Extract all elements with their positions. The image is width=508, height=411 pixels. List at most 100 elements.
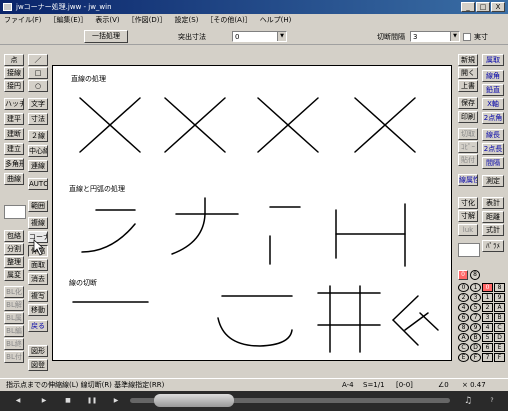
stop-icon[interactable]: ■ [62, 395, 74, 407]
tool-text[interactable]: 文字 [28, 98, 48, 110]
layer-group-0[interactable]: 0 [458, 283, 469, 292]
pause-icon[interactable]: ❚❚ [86, 395, 98, 407]
actual-size-checkbox[interactable] [463, 33, 471, 41]
line-attribute-button[interactable]: 線属性 [458, 174, 478, 186]
protrusion-select[interactable]: 0 ▼ [232, 31, 287, 42]
extra-button[interactable]: luk [458, 224, 478, 236]
play-icon[interactable]: ▶ [38, 395, 50, 407]
layer-A[interactable]: A [494, 303, 505, 312]
tool-offset[interactable]: 複線 [28, 217, 48, 229]
drawing-canvas[interactable]: 直線の処理 直線と円弧の処理 線の切断 [52, 65, 452, 361]
angle-indicator[interactable]: ∠0 [438, 379, 449, 391]
tool-figure[interactable]: 図形 [28, 345, 48, 357]
line-style-swatch[interactable] [4, 205, 26, 219]
layer-group-D[interactable]: D [470, 343, 481, 352]
layer-E[interactable]: E [494, 343, 505, 352]
tool-connect-line[interactable]: 連線 [28, 160, 48, 172]
tool-plan[interactable]: 建平 [4, 113, 24, 125]
layer-group-8[interactable]: 8 [458, 323, 469, 332]
tool-section[interactable]: 建断 [4, 128, 24, 140]
minimize-button[interactable]: _ [461, 2, 475, 12]
paste-button[interactable]: 貼付 [458, 154, 478, 166]
tool-block-end[interactable]: BL終 [4, 338, 24, 350]
tool-auto[interactable]: AUTO [28, 178, 48, 190]
tool-range[interactable]: 範囲 [28, 200, 48, 212]
batch-process-button[interactable]: 一括処理 [84, 30, 128, 43]
skip-back-icon[interactable]: ◀ [12, 395, 24, 407]
layer-C[interactable]: C [494, 323, 505, 332]
zoom-indicator[interactable]: × 0.47 [462, 379, 486, 391]
table-calc-button[interactable]: 表計 [482, 197, 504, 209]
menu-view[interactable]: 表示(V) [91, 14, 123, 27]
tool-block-release[interactable]: BL解 [4, 299, 24, 311]
tool-center-line[interactable]: 中心線 [28, 145, 48, 157]
measure-button[interactable]: 測定 [482, 175, 504, 187]
tool-figure-register[interactable]: 図登 [28, 359, 48, 371]
layer-5[interactable]: 5 [482, 333, 493, 342]
tool-circle[interactable]: ○ [28, 80, 48, 92]
layer-group-0[interactable]: 0 [458, 270, 468, 280]
menu-other[interactable]: ［その他(A)］ [202, 14, 255, 27]
maximize-button[interactable]: □ [476, 2, 490, 12]
tool-chamfer[interactable]: 面取 [28, 259, 48, 271]
layer-group-5[interactable]: 5 [470, 303, 481, 312]
tool-point[interactable]: 点 [4, 54, 24, 66]
tool-block-attribute[interactable]: BL属 [4, 312, 24, 324]
attribute-pick-button[interactable]: 属取 [482, 54, 504, 66]
chevron-down-icon[interactable]: ▼ [450, 32, 459, 41]
layer-1[interactable]: 1 [482, 293, 493, 302]
tool-elevation[interactable]: 建立 [4, 143, 24, 155]
dim-set-button[interactable]: 寸化 [458, 197, 478, 209]
menu-file[interactable]: ファイル(F) [0, 14, 46, 27]
layer-group-9[interactable]: 9 [470, 323, 481, 332]
tool-line[interactable]: ／ [28, 54, 48, 66]
close-button[interactable]: X [491, 2, 505, 12]
menu-edit[interactable]: ［編集(E)］ [46, 14, 92, 27]
tool-double-line[interactable]: ２線 [28, 130, 48, 142]
layer-3[interactable]: 3 [482, 313, 493, 322]
cut-button[interactable]: 切取 [458, 128, 478, 140]
tool-polygon[interactable]: 多角形 [4, 158, 24, 170]
two-point-angle-button[interactable]: 2点角 [482, 112, 504, 124]
menu-help[interactable]: ヘルプ(H) [256, 14, 296, 27]
tool-hatch[interactable]: ハッチ [4, 98, 24, 110]
tool-block-edit[interactable]: BL編 [4, 325, 24, 337]
layer-F[interactable]: F [494, 353, 505, 362]
parameter-button[interactable]: ﾊﾟﾗﾒ [482, 240, 504, 252]
tool-rectangle[interactable]: □ [28, 67, 48, 79]
layer-group-2[interactable]: 2 [458, 293, 469, 302]
copy-button[interactable]: ｺﾋﾟｰ [458, 141, 478, 153]
layer-group-E[interactable]: E [458, 353, 469, 362]
music-icon[interactable]: ♫ [462, 395, 474, 407]
two-point-length-button[interactable]: 2点長 [482, 143, 504, 155]
layer-group-C[interactable]: C [458, 343, 469, 352]
tool-copy[interactable]: 複写 [28, 290, 48, 302]
tool-dimension[interactable]: 寸法 [28, 113, 48, 125]
layer-indicator[interactable]: [0-0] [396, 379, 413, 391]
layer-group-6[interactable]: 6 [458, 313, 469, 322]
layer-group-3[interactable]: 3 [470, 293, 481, 302]
tool-move[interactable]: 移動 [28, 304, 48, 316]
layer-7[interactable]: 7 [482, 353, 493, 362]
distance-button[interactable]: 距離 [482, 211, 504, 223]
paper-size[interactable]: A-4 [342, 379, 354, 391]
layer-6[interactable]: 6 [482, 343, 493, 352]
line-angle-button[interactable]: 線角 [482, 70, 504, 82]
seek-thumb[interactable] [154, 394, 234, 407]
layer-group-1[interactable]: 1 [470, 283, 481, 292]
skip-forward-icon[interactable]: ▶ [110, 395, 122, 407]
tool-attribute-change[interactable]: 属変 [4, 269, 24, 281]
file-open-button[interactable]: 開く [458, 67, 478, 79]
layer-9[interactable]: 9 [494, 293, 505, 302]
undo-button[interactable]: 戻る [28, 320, 48, 332]
dim-release-button[interactable]: 寸解 [458, 210, 478, 222]
menu-settings[interactable]: 設定(S) [171, 14, 203, 27]
layer-B[interactable]: B [494, 313, 505, 322]
file-save-button[interactable]: 保存 [458, 97, 478, 109]
scale-indicator[interactable]: S=1/1 [363, 379, 385, 391]
layer-group-B[interactable]: B [470, 333, 481, 342]
vertical-button[interactable]: 鉛直 [482, 84, 504, 96]
tool-curve[interactable]: 曲線 [4, 173, 24, 185]
tool-divide[interactable]: 分割 [4, 243, 24, 255]
layer-2[interactable]: 2 [482, 303, 493, 312]
